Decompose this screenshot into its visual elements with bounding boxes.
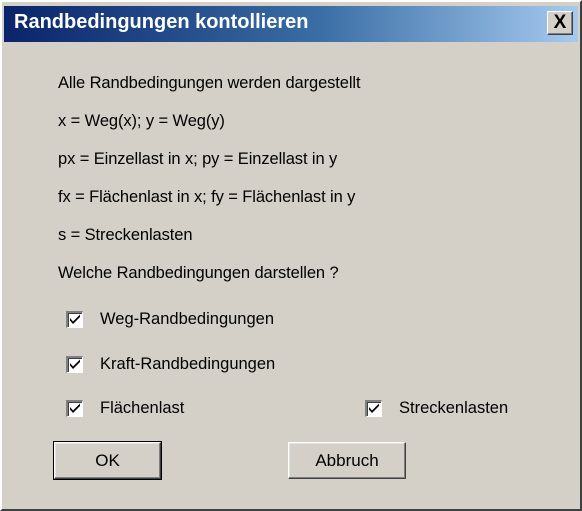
option-kraft-randbedingungen[interactable]: Kraft-Randbedingungen bbox=[66, 355, 275, 374]
checkmark-icon bbox=[369, 403, 379, 413]
checkmark-icon bbox=[70, 403, 80, 413]
option-weg-randbedingungen[interactable]: Weg-Randbedingungen bbox=[66, 310, 274, 329]
flaechenlast-checkbox[interactable] bbox=[66, 400, 83, 417]
weg-label: Weg-Randbedingungen bbox=[100, 310, 274, 328]
info-line-einzellast: px = Einzellast in x; py = Einzellast in… bbox=[58, 150, 338, 168]
streckenlasten-label: Streckenlasten bbox=[399, 399, 509, 417]
checkmark-icon bbox=[70, 359, 80, 369]
checkmark-icon bbox=[70, 314, 80, 324]
option-streckenlasten[interactable]: Streckenlasten bbox=[365, 399, 508, 418]
info-line-streckenlasten: s = Streckenlasten bbox=[58, 226, 193, 244]
question-line: Welche Randbedingungen darstellen ? bbox=[58, 264, 339, 282]
info-line-flaechenlast: fx = Flächenlast in x; fy = Flächenlast … bbox=[58, 188, 356, 206]
info-line-weg: x = Weg(x); y = Weg(y) bbox=[58, 112, 225, 130]
dialog-title: Randbedingungen kontollieren bbox=[14, 11, 309, 33]
streckenlasten-checkbox[interactable] bbox=[365, 400, 382, 417]
flaechenlast-label: Flächenlast bbox=[100, 399, 185, 417]
weg-checkbox[interactable] bbox=[66, 311, 83, 328]
info-line-all-conditions: Alle Randbedingungen werden dargestellt bbox=[58, 74, 361, 92]
dialog-window: Randbedingungen kontollieren X Alle Rand… bbox=[0, 0, 582, 511]
option-flaechenlast[interactable]: Flächenlast bbox=[66, 399, 184, 418]
ok-button[interactable]: OK bbox=[53, 441, 162, 480]
kraft-label: Kraft-Randbedingungen bbox=[100, 355, 276, 373]
title-bar[interactable]: Randbedingungen kontollieren X bbox=[4, 6, 578, 42]
kraft-checkbox[interactable] bbox=[66, 356, 83, 373]
cancel-button[interactable]: Abbruch bbox=[288, 442, 406, 479]
close-button[interactable]: X bbox=[547, 11, 573, 35]
